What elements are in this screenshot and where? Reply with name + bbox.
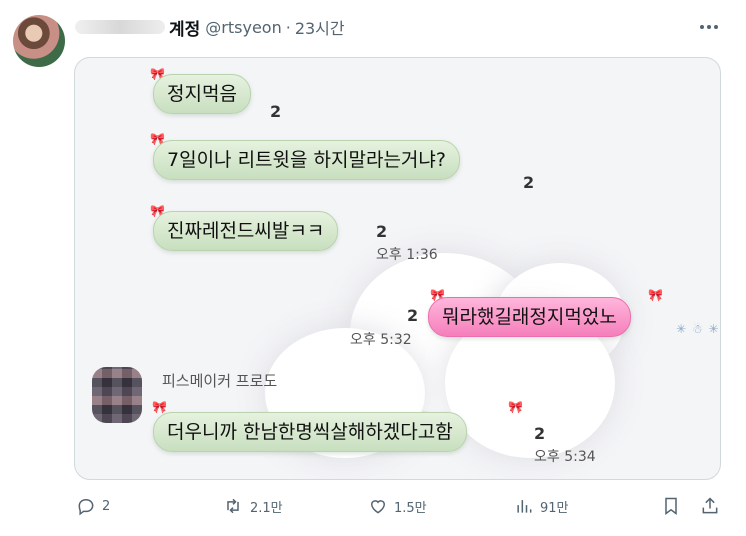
unread-count: 2 — [376, 222, 388, 241]
chat-bubble: 진짜레전드씨발ㅋㅋ — [153, 211, 339, 251]
bow-icon: 🎀 — [152, 400, 167, 414]
reply-icon — [78, 498, 94, 516]
views-icon — [517, 500, 532, 513]
blurred-name — [75, 20, 165, 34]
tweet-time[interactable]: 23시간 — [295, 15, 345, 39]
bookmark-button[interactable] — [661, 496, 681, 516]
chat-bubble: 정지먹음 — [153, 74, 251, 114]
sparkle-sticker-icon: ✳ ☃ ✳ — [676, 322, 720, 336]
sender-name: 피스메이커 프로도 — [162, 372, 278, 390]
reply-button[interactable]: 2 — [76, 496, 110, 516]
author-avatar[interactable] — [13, 15, 65, 67]
heart-icon — [370, 500, 386, 514]
unread-count: 2 — [534, 424, 546, 443]
retweet-count: 2.1만 — [250, 500, 283, 516]
like-button[interactable]: 1.5만 — [368, 496, 427, 516]
tweet-header: 계정 @rtsyeon · 23시간 — [75, 15, 345, 40]
views-button[interactable]: 91만 — [514, 496, 569, 516]
unread-count: 2 — [523, 173, 535, 192]
chat-bubble: 뭐라했길래정지먹었노 — [428, 297, 631, 337]
separator: · — [285, 17, 291, 37]
reply-count: 2 — [102, 498, 111, 514]
author-name[interactable]: 계정 — [169, 15, 200, 40]
share-icon — [702, 497, 718, 514]
more-options-icon[interactable] — [697, 17, 721, 37]
chat-bubble: 더우니까 한남한명씩살해하겠다고함 — [153, 412, 467, 452]
bow-icon: 🎀 — [648, 288, 663, 302]
retweet-button[interactable]: 2.1만 — [222, 496, 283, 516]
sender-avatar — [92, 367, 142, 423]
like-count: 1.5만 — [394, 500, 427, 516]
action-bar: 2 2.1만 1.5만 91만 — [0, 496, 746, 522]
unread-count: 2 — [407, 306, 419, 325]
retweet-icon — [227, 498, 239, 514]
message-time: 오후 5:34 — [534, 449, 596, 465]
unread-count: 2 — [270, 102, 282, 121]
author-handle[interactable]: @rtsyeon — [205, 18, 281, 37]
share-button[interactable] — [700, 496, 720, 516]
bow-icon: 🎀 — [508, 400, 523, 414]
chat-bubble: 7일이나 리트윗을 하지말라는거냐? — [153, 140, 460, 180]
bookmark-icon — [665, 497, 677, 515]
message-time: 오후 1:36 — [376, 247, 438, 263]
message-time: 오후 5:32 — [350, 332, 412, 348]
views-count: 91만 — [540, 500, 569, 516]
